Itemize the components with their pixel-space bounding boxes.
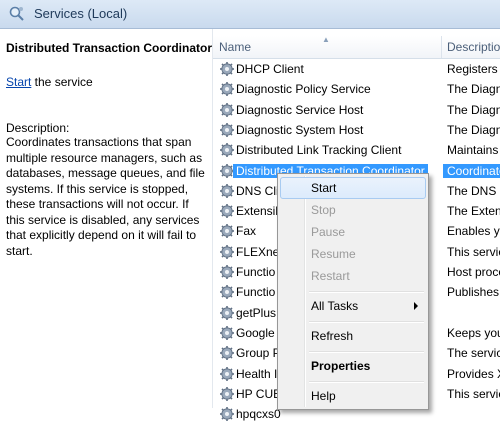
service-gear-icon — [219, 102, 235, 118]
menu-item-stop-label: Stop — [311, 203, 336, 217]
service-gear-icon — [219, 142, 235, 158]
menu-item-pause[interactable]: Pause — [280, 221, 426, 243]
start-service-link[interactable]: Start — [6, 75, 31, 89]
service-name: DHCP Client — [236, 62, 304, 76]
menu-item-resume-label: Resume — [311, 247, 356, 261]
service-description-cell: Provides X — [447, 366, 500, 381]
menu-item-help[interactable]: Help — [280, 385, 426, 407]
pane-title: Services (Local) — [34, 6, 128, 21]
service-description-cell: The Extens — [447, 204, 500, 219]
column-divider[interactable] — [441, 36, 442, 58]
menu-separator — [309, 321, 424, 323]
service-description-cell: Keeps you — [447, 325, 500, 340]
menu-item-restart[interactable]: Restart — [280, 265, 426, 287]
service-description-cell: Coordinate — [443, 163, 500, 178]
service-gear-icon — [219, 244, 235, 260]
service-description-cell: Registers a — [447, 62, 500, 76]
service-gear-icon — [219, 81, 235, 97]
menu-item-resume[interactable]: Resume — [280, 243, 426, 265]
context-menu: Start Stop Pause Resume Restart All Task… — [277, 173, 429, 410]
menu-item-refresh[interactable]: Refresh — [280, 325, 426, 347]
service-gear-icon — [219, 284, 235, 300]
menu-separator — [309, 291, 424, 293]
service-row[interactable]: Diagnostic Policy Service The Diagno — [213, 79, 500, 99]
menu-item-all-tasks-label: All Tasks — [311, 299, 359, 313]
column-header-bar: ▲ Name Descriptio — [213, 35, 500, 59]
service-description-cell: The Diagno — [447, 102, 500, 117]
menu-separator — [309, 351, 424, 353]
menu-item-start[interactable]: Start — [280, 177, 426, 199]
menu-item-properties[interactable]: Properties — [280, 355, 426, 377]
service-gear-icon — [219, 406, 235, 422]
column-header-name[interactable]: Name — [219, 40, 251, 54]
submenu-arrow-icon — [414, 302, 418, 310]
service-description-cell: The Diagno — [447, 82, 500, 97]
description-label: Description: — [6, 121, 70, 135]
service-name: Diagnostic System Host — [236, 122, 364, 137]
menu-item-pause-label: Pause — [311, 225, 346, 239]
service-row[interactable]: Diagnostic Service Host The Diagno — [213, 100, 500, 120]
service-gear-icon — [219, 366, 235, 382]
start-service-line: Start the service — [6, 75, 93, 89]
service-gear-icon — [219, 183, 235, 199]
service-description-cell: Host proce — [447, 265, 500, 279]
service-name: Diagnostic Policy Service — [236, 82, 371, 97]
service-details-pane: Distributed Transaction Coordinator Star… — [0, 29, 212, 408]
menu-item-stop[interactable]: Stop — [280, 199, 426, 221]
service-description: Coordinates transactions that span multi… — [6, 135, 205, 258]
service-description-cell: The DNS C — [447, 183, 500, 198]
menu-item-all-tasks[interactable]: All Tasks — [280, 295, 426, 317]
service-gear-icon — [219, 61, 235, 77]
menu-separator — [309, 381, 424, 383]
start-service-suffix: the service — [31, 75, 93, 89]
service-description-cell: The service — [447, 346, 500, 361]
service-name: Distributed Link Tracking Client — [236, 143, 402, 158]
service-gear-icon — [219, 386, 235, 402]
service-description-cell: This servic — [447, 386, 500, 401]
service-gear-icon — [219, 325, 235, 341]
services-magnifier-icon — [9, 6, 24, 21]
menu-item-properties-label: Properties — [311, 359, 371, 373]
service-gear-icon — [219, 305, 235, 321]
menu-item-restart-label: Restart — [311, 269, 350, 283]
service-description-cell: This servic — [447, 244, 500, 259]
service-gear-icon — [219, 223, 235, 239]
service-description-cell: Maintains li — [447, 143, 500, 158]
service-gear-icon — [219, 122, 235, 138]
menu-item-refresh-label: Refresh — [311, 329, 354, 343]
service-row[interactable]: DHCP Client Registers a — [213, 59, 500, 79]
service-gear-icon — [219, 203, 235, 219]
pane-header: Services (Local) — [0, 0, 500, 29]
menu-item-help-label: Help — [311, 389, 336, 403]
sort-ascending-icon: ▲ — [322, 35, 330, 44]
column-header-description[interactable]: Descriptio — [447, 40, 500, 54]
service-description-cell: The Diagno — [447, 122, 500, 137]
service-gear-icon — [219, 345, 235, 361]
service-name: Diagnostic Service Host — [236, 102, 364, 117]
service-row[interactable]: Diagnostic System Host The Diagno — [213, 120, 500, 140]
service-row[interactable]: Distributed Link Tracking Client Maintain… — [213, 140, 500, 160]
menu-item-start-label: Start — [311, 181, 337, 195]
service-description-cell: Publishes t — [447, 285, 500, 300]
service-title: Distributed Transaction Coordinator — [6, 41, 213, 55]
service-description-cell: Enables yo — [447, 224, 500, 239]
service-gear-icon — [219, 264, 235, 280]
